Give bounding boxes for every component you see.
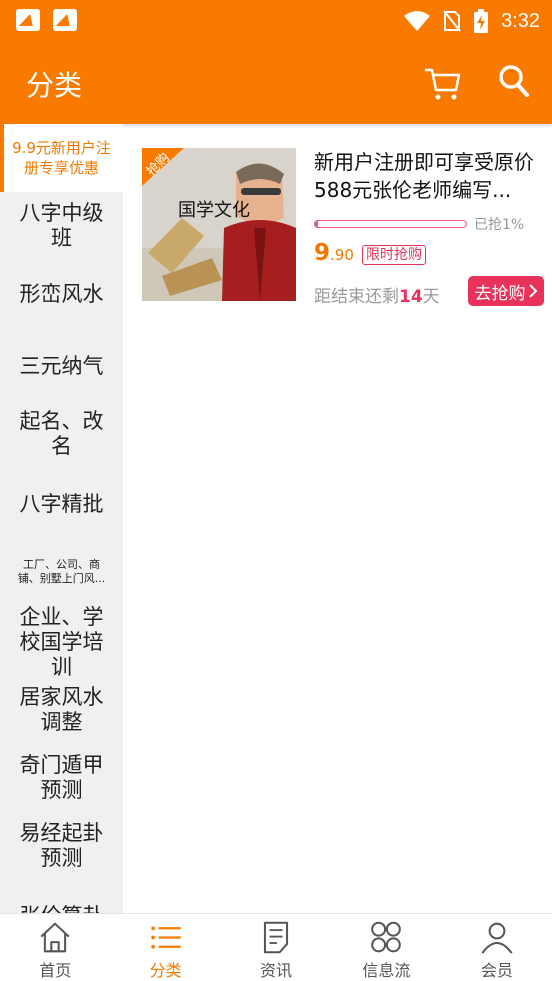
sidebar-item-xingluan-fengshui[interactable]: 形峦风水 bbox=[0, 260, 123, 328]
page-title: 分类 bbox=[26, 69, 83, 102]
feed-grid-icon bbox=[371, 921, 402, 953]
member-icon bbox=[481, 922, 513, 954]
product-image bbox=[142, 148, 296, 301]
nav-member[interactable]: 会员 bbox=[442, 914, 552, 981]
sidebar-item-label: 易经起卦预测 bbox=[19, 821, 104, 870]
sidebar-item-guoxue-training[interactable]: 企业、学校国学培训 bbox=[0, 605, 123, 679]
countdown-prefix: 距结束还剩 bbox=[314, 287, 399, 307]
sidebar-item-qimen[interactable]: 奇门遁甲预测 bbox=[0, 744, 123, 812]
sale-progress-fill bbox=[315, 221, 319, 227]
nav-label: 信息流 bbox=[362, 961, 411, 980]
sidebar-item-onsite-fengshui[interactable]: 工厂、公司、商铺、别墅上门风... bbox=[0, 538, 123, 606]
sidebar-item-label: 奇门遁甲预测 bbox=[19, 753, 104, 802]
nav-category[interactable]: 分类 bbox=[110, 914, 220, 981]
nav-label: 首页 bbox=[39, 961, 72, 980]
app-bar: 分类 bbox=[0, 42, 552, 124]
sidebar-item-label: 八字精批 bbox=[19, 491, 104, 516]
sidebar-item-label: 工厂、公司、商铺、别墅上门风... bbox=[17, 558, 106, 585]
image-caption: 国学文化 bbox=[178, 200, 250, 221]
home-icon bbox=[40, 922, 70, 953]
search-icon[interactable] bbox=[496, 62, 532, 100]
product-price: 9.90 bbox=[314, 240, 354, 266]
sidebar-item-label: 八字中级班 bbox=[19, 201, 104, 250]
nav-label: 资讯 bbox=[260, 961, 293, 980]
countdown-text: 距结束还剩14天 bbox=[314, 282, 440, 307]
sidebar-item-yijing[interactable]: 易经起卦预测 bbox=[0, 812, 123, 880]
bottom-navigation: 首页 分类 资讯 信息流 会员 bbox=[0, 913, 552, 981]
category-list-icon bbox=[150, 926, 181, 949]
chevron-right-icon bbox=[528, 284, 537, 298]
sidebar-item-suangua[interactable]: 张伦算卦 bbox=[0, 896, 123, 914]
battery-charging-icon bbox=[474, 9, 489, 33]
buy-now-button[interactable]: 去抢购 bbox=[468, 276, 544, 306]
nav-label: 会员 bbox=[480, 961, 513, 980]
status-time: 3:32 bbox=[501, 9, 540, 32]
limited-time-tag: 限时抢购 bbox=[362, 245, 426, 265]
nav-news[interactable]: 资讯 bbox=[221, 914, 331, 981]
sidebar-item-label: 三元纳气 bbox=[19, 353, 104, 378]
sidebar-item-label: 企业、学校国学培训 bbox=[19, 604, 104, 679]
category-sidebar[interactable]: 9.9元新用户注册专享优惠 八字中级班 形峦风水 三元纳气 起名、改名 八字精批… bbox=[0, 124, 123, 913]
sold-percent-label: 已抢1% bbox=[474, 217, 525, 233]
sidebar-item-home-fengshui[interactable]: 居家风水调整 bbox=[0, 676, 123, 744]
sidebar-item-new-user[interactable]: 9.9元新用户注册专享优惠 bbox=[0, 124, 123, 192]
app-notification-icon bbox=[53, 9, 77, 31]
sidebar-item-label: 居家风水调整 bbox=[19, 685, 104, 734]
price-decimal: .90 bbox=[330, 246, 354, 264]
sidebar-item-label: 起名、改名 bbox=[19, 409, 104, 458]
sidebar-item-bazi-detailed[interactable]: 八字精批 bbox=[0, 470, 123, 538]
countdown-suffix: 天 bbox=[422, 287, 440, 307]
sidebar-item-label: 张伦算卦 bbox=[20, 904, 104, 914]
sidebar-item-bazi-intermediate[interactable]: 八字中级班 bbox=[0, 192, 123, 260]
sidebar-item-label: 9.9元新用户注册专享优惠 bbox=[12, 139, 111, 177]
nav-label: 分类 bbox=[149, 961, 182, 980]
sale-progress-bar bbox=[314, 220, 467, 228]
product-title[interactable]: 新用户注册即可享受原价588元张伦老师编写... bbox=[314, 148, 544, 204]
sidebar-item-label: 形峦风水 bbox=[19, 281, 104, 306]
sidebar-item-naming[interactable]: 起名、改名 bbox=[0, 400, 123, 468]
nav-home[interactable]: 首页 bbox=[0, 914, 110, 981]
price-integer: 9 bbox=[314, 240, 331, 266]
countdown-days: 14 bbox=[399, 287, 423, 307]
wifi-icon bbox=[404, 11, 431, 31]
product-thumbnail[interactable]: 抢购 国学文化 bbox=[142, 148, 296, 301]
nav-feed[interactable]: 信息流 bbox=[331, 914, 441, 981]
sidebar-item-sanyuan-naqi[interactable]: 三元纳气 bbox=[0, 332, 123, 400]
buy-now-label: 去抢购 bbox=[474, 283, 526, 304]
active-indicator bbox=[0, 124, 4, 192]
product-card[interactable]: 抢购 国学文化 新用户注册即可享受原价588元张伦老师编写... 已抢1% 9.… bbox=[142, 148, 544, 308]
app-notification-icon bbox=[16, 9, 40, 31]
status-bar: 3:32 bbox=[0, 0, 552, 42]
news-icon bbox=[263, 921, 289, 954]
no-sim-icon bbox=[443, 10, 461, 32]
cart-icon[interactable] bbox=[424, 62, 462, 102]
